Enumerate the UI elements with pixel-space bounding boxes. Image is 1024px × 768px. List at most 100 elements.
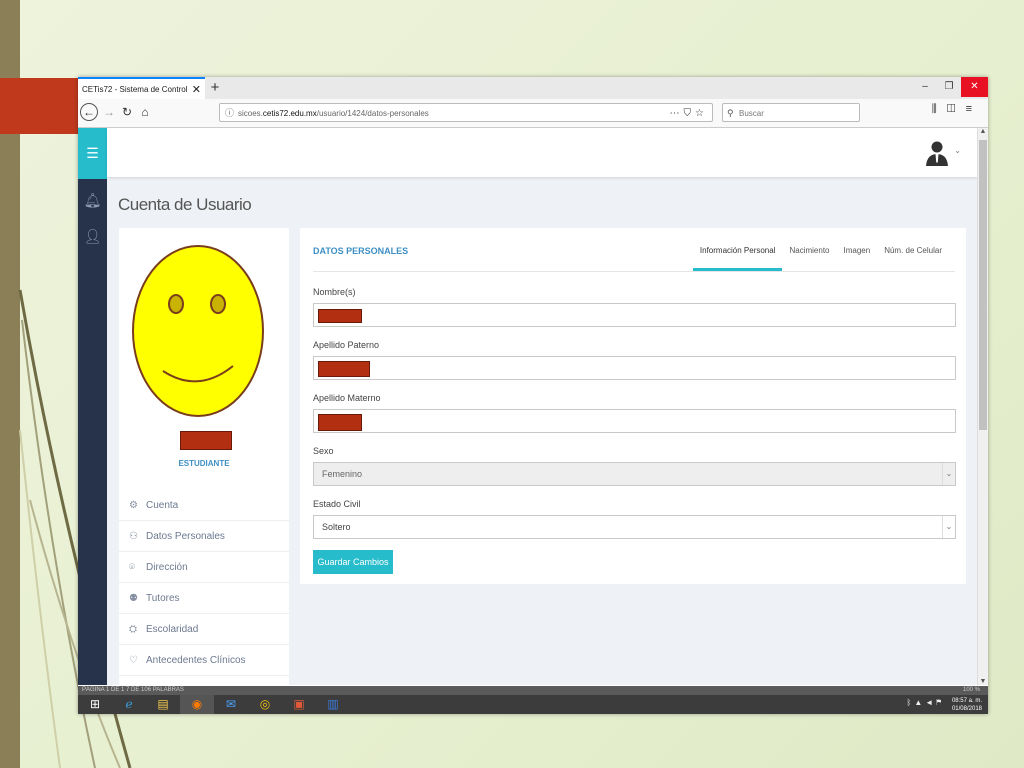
search-placeholder: Buscar bbox=[739, 109, 764, 118]
page-scrollbar[interactable]: ▲ ▼ bbox=[977, 128, 988, 685]
chevron-down-icon[interactable]: ⌄ bbox=[942, 516, 955, 538]
search-icon: ⚲ bbox=[727, 108, 734, 118]
menu-item-escolaridad[interactable]: ⛭ Escolaridad bbox=[119, 614, 289, 645]
scrollbar-thumb[interactable] bbox=[979, 140, 987, 430]
estado-civil-value: Soltero bbox=[322, 522, 351, 532]
graduation-cap-icon: ⛭ bbox=[129, 623, 137, 635]
estado-civil-label: Estado Civil bbox=[313, 499, 361, 509]
tab-imagen[interactable]: Imagen bbox=[837, 246, 878, 271]
chevron-down-icon: ⌄ bbox=[942, 463, 955, 485]
tab-strip: CETis72 - Sistema de Control Escolar ✕ +… bbox=[78, 77, 988, 99]
page-actions-icon[interactable]: ⋯ bbox=[670, 108, 684, 119]
menu-item-label: Cuenta bbox=[146, 499, 179, 511]
word-icon[interactable]: ▥ bbox=[316, 695, 350, 714]
menu-item-cuenta[interactable]: ⚙ Cuenta bbox=[119, 490, 289, 521]
menu-item-label: Tutores bbox=[146, 592, 180, 604]
estado-civil-select[interactable]: Soltero ⌄ bbox=[313, 515, 956, 539]
profile-menu: ⚙ Cuenta ⚇ Datos Personales ⌾ Dirección ⚉ Tu… bbox=[119, 490, 289, 676]
volume-icon[interactable]: ◄ bbox=[925, 698, 936, 707]
app-sidebar: ☰ 🔔︎ 👤︎ bbox=[78, 128, 107, 685]
scroll-up-icon[interactable]: ▲ bbox=[978, 128, 988, 135]
bookmark-star-icon[interactable]: ☆ bbox=[695, 108, 708, 119]
home-icon[interactable]: ⌂ bbox=[136, 103, 154, 121]
toolbar-right: ⫼◫≡ bbox=[932, 103, 982, 116]
word-status-bar: PÁGINA 1 DE 1 7 DE 106 PALABRAS 100 % bbox=[78, 686, 988, 695]
tabs-divider bbox=[313, 271, 955, 272]
new-tab-icon[interactable]: + bbox=[205, 77, 225, 99]
scroll-down-icon[interactable]: ▼ bbox=[978, 678, 988, 685]
reload-icon[interactable]: ↻ bbox=[118, 103, 136, 121]
chevron-down-icon[interactable]: ⌄ bbox=[954, 146, 961, 155]
sidebar-toggle-icon[interactable]: ◫ bbox=[947, 103, 966, 115]
browser-tab[interactable]: CETis72 - Sistema de Control Escolar ✕ bbox=[78, 77, 205, 99]
apellido-paterno-field[interactable] bbox=[313, 356, 956, 380]
menu-item-datos-personales[interactable]: ⚇ Datos Personales bbox=[119, 521, 289, 552]
clock[interactable]: 08:57 a. m. 01/08/2018 bbox=[952, 697, 982, 713]
windows-start-icon[interactable]: ⊞ bbox=[78, 695, 112, 714]
url-text: sicoes.cetis72.edu.mx/usuario/1424/datos… bbox=[238, 109, 429, 118]
tab-informacion-personal[interactable]: Información Personal bbox=[692, 246, 783, 271]
apellido-paterno-label: Apellido Paterno bbox=[313, 340, 380, 350]
pocket-icon[interactable]: ⛉ bbox=[684, 108, 696, 119]
powerpoint-icon[interactable]: ▣ bbox=[282, 695, 316, 714]
close-window-icon[interactable]: ✕ bbox=[961, 77, 988, 97]
users-icon: ⚉ bbox=[129, 592, 138, 604]
nombre-field[interactable] bbox=[313, 303, 956, 327]
internet-explorer-icon[interactable]: ℯ bbox=[112, 695, 146, 714]
menu-item-label: Escolaridad bbox=[146, 623, 199, 635]
window-controls: – ❐ ✕ bbox=[913, 77, 988, 97]
smiley-avatar bbox=[132, 245, 264, 417]
profile-card: ESTUDIANTE ⚙ Cuenta ⚇ Datos Personales ⌾ Di… bbox=[119, 228, 289, 685]
tab-close-icon[interactable]: ✕ bbox=[192, 83, 201, 96]
gear-icon: ⚙ bbox=[129, 499, 138, 511]
bell-icon[interactable]: 🔔︎ bbox=[78, 182, 107, 218]
save-button[interactable]: Guardar Cambios bbox=[313, 550, 393, 574]
slide-red-tab bbox=[0, 78, 78, 134]
windows-taskbar: PÁGINA 1 DE 1 7 DE 106 PALABRAS 100 % ⊞ … bbox=[78, 686, 988, 714]
system-tray: ᛒ▲◄⚑ bbox=[907, 698, 944, 707]
tab-nacimiento[interactable]: Nacimiento bbox=[782, 246, 836, 271]
sexo-label: Sexo bbox=[313, 446, 334, 456]
network-icon[interactable]: ▲ bbox=[914, 698, 925, 707]
section-title: DATOS PERSONALES bbox=[313, 246, 409, 256]
heart-icon: ♡ bbox=[129, 654, 138, 666]
apellido-materno-field[interactable] bbox=[313, 409, 956, 433]
tab-title: CETis72 - Sistema de Control Escolar bbox=[82, 84, 189, 94]
menu-item-antecedentes-clinicos[interactable]: ♡ Antecedentes Clínicos bbox=[119, 645, 289, 676]
chrome-icon[interactable]: ◎ bbox=[248, 695, 282, 714]
url-actions: ⋯⛉☆ bbox=[670, 104, 708, 123]
minimize-icon[interactable]: – bbox=[913, 77, 937, 97]
firefox-icon[interactable]: ◉ bbox=[180, 695, 214, 714]
menu-item-direccion[interactable]: ⌾ Dirección bbox=[119, 552, 289, 583]
nombre-redaction bbox=[318, 309, 362, 323]
tab-num-celular[interactable]: Núm. de Celular bbox=[877, 246, 949, 271]
url-bar[interactable]: ⓘ sicoes.cetis72.edu.mx/usuario/1424/dat… bbox=[219, 103, 713, 122]
menu-item-tutores[interactable]: ⚉ Tutores bbox=[119, 583, 289, 614]
back-icon[interactable]: ← bbox=[80, 103, 98, 121]
menu-item-label: Datos Personales bbox=[146, 530, 225, 542]
avatar-icon[interactable] bbox=[926, 140, 948, 166]
apellido-materno-redaction bbox=[318, 414, 362, 431]
role-label: ESTUDIANTE bbox=[178, 459, 230, 468]
user-icon[interactable]: 👤︎ bbox=[78, 218, 107, 254]
forward-icon[interactable]: → bbox=[100, 103, 118, 121]
user-icon: ⚇ bbox=[129, 530, 138, 542]
mail-icon[interactable]: ✉ bbox=[214, 695, 248, 714]
library-icon[interactable]: ⫼ bbox=[932, 103, 947, 115]
hamburger-icon[interactable]: ☰ bbox=[78, 128, 107, 179]
top-navbar: ⌄ bbox=[107, 128, 978, 177]
name-redaction bbox=[180, 431, 232, 450]
sexo-select: Femenino ⌄ bbox=[313, 462, 956, 486]
flag-icon[interactable]: ⚑ bbox=[936, 698, 944, 707]
menu-item-label: Dirección bbox=[146, 561, 188, 573]
page-viewport: ☰ 🔔︎ 👤︎ ⌄ Cuenta de Usuario ESTUDIANTE ⚙… bbox=[78, 128, 978, 685]
menu-icon[interactable]: ≡ bbox=[966, 103, 982, 115]
site-info-icon[interactable]: ⓘ bbox=[225, 104, 234, 123]
personal-data-panel: DATOS PERSONALES Información Personal Na… bbox=[300, 228, 966, 584]
restore-icon[interactable]: ❐ bbox=[937, 77, 961, 97]
nombre-label: Nombre(s) bbox=[313, 287, 356, 297]
sexo-value: Femenino bbox=[322, 469, 363, 479]
search-input[interactable]: ⚲ Buscar bbox=[722, 103, 860, 122]
apellido-materno-label: Apellido Materno bbox=[313, 393, 381, 403]
file-explorer-icon[interactable]: ▤ bbox=[146, 695, 180, 714]
